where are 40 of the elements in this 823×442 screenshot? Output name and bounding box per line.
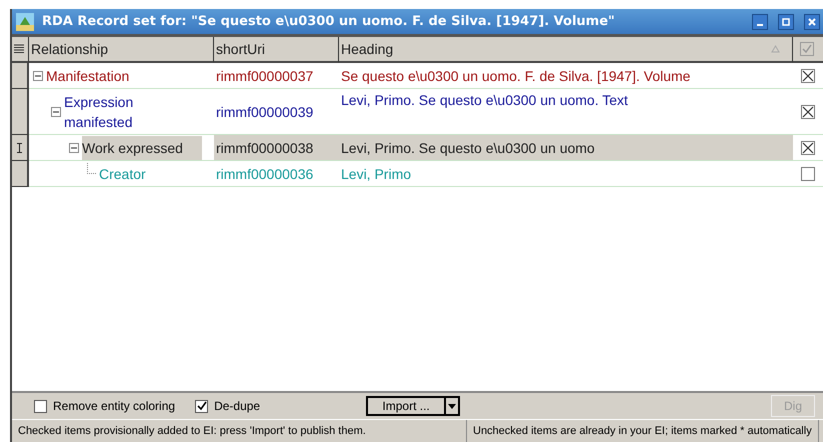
table-cell: rimmf00000038 — [214, 135, 339, 161]
column-header[interactable]: Heading — [339, 37, 793, 63]
collapse-icon[interactable] — [69, 142, 79, 152]
minimize-button[interactable] — [752, 14, 768, 30]
checkbox[interactable] — [195, 400, 208, 412]
minimize-icon — [757, 24, 763, 26]
close-icon — [808, 18, 816, 26]
row-header[interactable] — [12, 135, 29, 161]
text-cursor-icon — [16, 142, 23, 152]
tree-item[interactable]: Expression manifested — [64, 90, 184, 134]
caret-icon — [448, 404, 456, 408]
checked-box-icon[interactable] — [801, 68, 815, 82]
checkbox-label: Remove entity coloring — [53, 399, 176, 413]
checkbox-label: De-dupe — [214, 399, 260, 413]
checked-box-icon[interactable] — [801, 140, 815, 154]
import-button[interactable]: Import ... — [366, 396, 446, 416]
checkbox-icon[interactable] — [801, 166, 815, 180]
maximize-icon — [782, 18, 790, 26]
collapse-icon[interactable] — [51, 106, 61, 116]
status-text: Checked items provisionally added to EI: press 'Import' to publish them. — [12, 420, 467, 442]
landscape-icon — [16, 12, 34, 30]
tree-item[interactable]: Work expressed — [82, 136, 202, 160]
list-icon[interactable] — [14, 44, 24, 54]
row-header[interactable] — [12, 161, 29, 187]
check-column-icon[interactable] — [800, 42, 814, 56]
dropdown-button[interactable] — [446, 396, 460, 416]
tree-item[interactable]: Manifestation — [46, 64, 130, 88]
table-cell: Levi, Primo. Se questo e\u0300 un uomo — [339, 135, 793, 161]
column-header[interactable]: Relationship — [29, 37, 214, 63]
checkbox[interactable] — [34, 400, 47, 412]
sort-icon — [771, 45, 780, 53]
row-header[interactable] — [12, 63, 29, 89]
collapse-icon[interactable] — [33, 70, 43, 80]
maximize-button[interactable] — [778, 14, 794, 30]
checked-box-icon[interactable] — [801, 104, 815, 118]
status-text: Unchecked items are already in your EI; items marked * automatically — [467, 420, 819, 442]
window-title: RDA Record set for: "Se questo e\u0300 un uomo. F. de Silva. [1947]. Volume" — [42, 14, 616, 29]
row-header[interactable] — [12, 89, 29, 135]
close-button[interactable] — [804, 14, 820, 30]
column-header[interactable]: shortUri — [214, 37, 339, 63]
